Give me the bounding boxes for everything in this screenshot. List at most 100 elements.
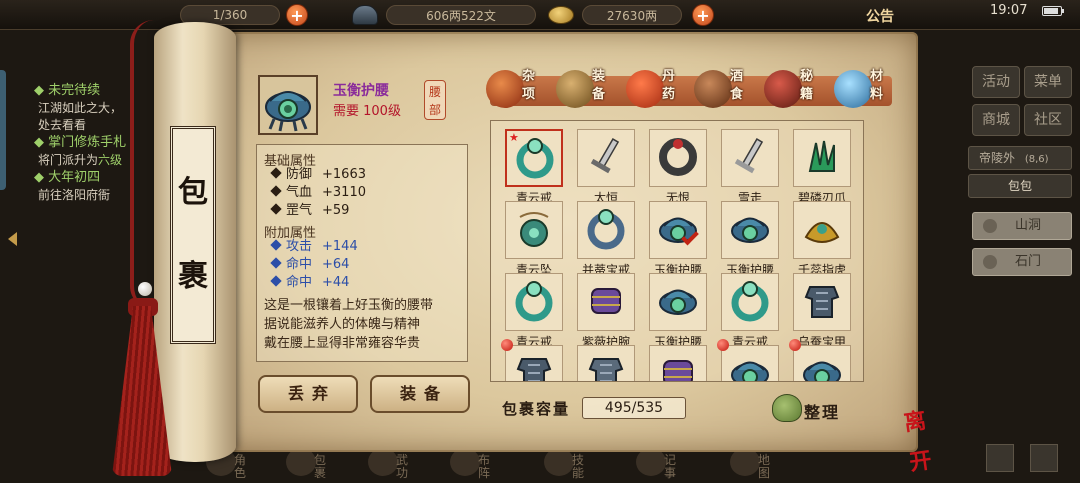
activity-button[interactable]: 活动 [972, 66, 1020, 98]
community-button[interactable]: 社区 [1024, 104, 1072, 136]
notice-button[interactable]: 公告 [866, 6, 894, 26]
tab-food[interactable]: 酒食 [692, 66, 758, 112]
quick-slot[interactable] [1030, 444, 1058, 472]
scroll-title: 包 裹 [170, 126, 216, 344]
tassel-cord [130, 20, 154, 310]
inventory-slot[interactable] [649, 273, 707, 331]
extra-attribute-row: 攻击 +144 [270, 238, 358, 256]
money-bag-icon [772, 394, 802, 422]
inventory-slot[interactable] [721, 201, 779, 259]
location-display: 帝陵外 (8,6) [968, 146, 1072, 170]
belt-icon [803, 361, 841, 381]
bracelet-icon [659, 138, 697, 176]
scene-cave-button[interactable]: 山洞 [972, 212, 1072, 240]
knuckle-icon [804, 222, 840, 243]
crystal-icon [834, 70, 872, 108]
armor-icon [588, 358, 624, 381]
inventory-slot[interactable] [649, 129, 707, 187]
inventory-slot[interactable] [505, 201, 563, 259]
extra-attribute-row: 命中 +64 [270, 256, 349, 274]
bag-icon [286, 448, 316, 476]
journal-icon [636, 448, 666, 476]
battery-icon [1042, 6, 1064, 16]
inventory-slot[interactable] [577, 273, 635, 331]
inventory-slot[interactable] [793, 201, 851, 259]
inventory-slot[interactable] [793, 345, 851, 381]
menu-button[interactable]: 菜单 [1024, 66, 1072, 98]
notification-dot-icon [717, 339, 729, 351]
shop-button[interactable]: 商城 [972, 104, 1020, 136]
item-name: 玉衡护腰 [333, 83, 389, 99]
equip-slot-badge: 腰部 [424, 80, 446, 120]
scene-stone-gate-button[interactable]: 石门 [972, 248, 1072, 276]
inventory-grid: ★ 青云戒 太恒 无恨 雪走 碧磷刃爪 青云坠 并蒂宝戒 玉衡护腰 玉衡护腰 千蕊指虎 青云戒 紫薇护腕… [490, 120, 864, 382]
tab-materials[interactable]: 材料 [832, 66, 898, 112]
inventory-slot[interactable] [577, 129, 635, 187]
inventory-slot[interactable] [505, 345, 563, 381]
tab-misc[interactable]: 杂项 [484, 66, 550, 112]
blade-icon [734, 138, 764, 174]
base-attribute-row: 防御 +1663 [270, 166, 366, 184]
description-line: 据说能滋养人的体魄与精神 [264, 317, 421, 332]
inventory-slot[interactable] [577, 201, 635, 259]
inventory-slot[interactable] [793, 129, 851, 187]
inventory-slot[interactable]: ★ [505, 129, 563, 187]
bracer-icon [591, 288, 621, 314]
equip-button[interactable]: 装备 [370, 375, 470, 413]
armor-icon [804, 286, 840, 318]
notification-dot-icon [501, 339, 513, 351]
bracer-icon [663, 360, 693, 381]
top-status-bar: 1/360 + 606两522文 27630两 + 公告 19:07 [0, 0, 1080, 30]
bag-indicator[interactable]: 包包 [968, 174, 1072, 198]
quest-highlight: 六级 [98, 153, 123, 167]
add-stamina-button[interactable]: + [286, 4, 308, 26]
gold-icon [548, 6, 574, 24]
inventory-slot[interactable] [649, 201, 707, 259]
scene-icon [983, 255, 997, 269]
formation-icon [450, 448, 480, 476]
inventory-slot[interactable] [721, 129, 779, 187]
item-level-requirement: 需要 100级 [333, 104, 401, 119]
sword-icon [590, 138, 620, 174]
claw-icon [808, 140, 835, 172]
tab-pills[interactable]: 丹药 [624, 66, 690, 112]
ring-icon [731, 281, 769, 322]
gold-value: 27630两 [582, 5, 682, 25]
pendant-icon [519, 212, 549, 247]
add-gold-button[interactable]: + [692, 4, 714, 26]
pill-icon [626, 70, 664, 108]
silver-counter: 606两522文 [352, 4, 536, 26]
silver-value: 606两522文 [386, 5, 536, 25]
capacity-label: 包裹容量 [502, 400, 571, 418]
book-icon [764, 70, 802, 108]
tab-manuals[interactable]: 秘籍 [762, 66, 828, 112]
discard-button[interactable]: 丢弃 [258, 375, 358, 413]
silver-icon [352, 5, 378, 25]
inventory-slot[interactable] [721, 345, 779, 381]
inventory-slot[interactable] [649, 345, 707, 381]
sort-button[interactable]: 整理 [772, 394, 844, 424]
inventory-slot[interactable] [505, 273, 563, 331]
jar-icon [694, 70, 732, 108]
capacity-value: 495/535 [582, 397, 686, 419]
skill-icon [544, 448, 574, 476]
ring-icon [515, 281, 553, 322]
scene-icon [983, 219, 997, 233]
base-attribute-row: 罡气 +59 [270, 202, 349, 220]
selected-item-portrait [258, 75, 318, 135]
inventory-slot[interactable] [577, 345, 635, 381]
item-description: 这是一根镶着上好玉衡的腰带 据说能滋养人的体魄与精神 戴在腰上显得非常雍容华贵 [264, 296, 464, 353]
inventory-slot[interactable] [793, 273, 851, 331]
right-side-panel: 活动 菜单 商城 社区 帝陵外 (8,6) 包包 山洞 石门 [958, 60, 1080, 470]
leave-seal-button[interactable]: 离开 [891, 399, 938, 476]
ring-icon [587, 209, 625, 250]
notification-dot-icon [789, 339, 801, 351]
ring-icon [516, 138, 554, 179]
tassel-bead [138, 282, 152, 296]
quick-slot[interactable] [986, 444, 1014, 472]
armor-icon [516, 358, 552, 381]
tab-equipment[interactable]: 装备 [554, 66, 620, 112]
collapse-quest-arrow-icon[interactable] [8, 232, 17, 246]
pot-icon [486, 70, 524, 108]
inventory-slot[interactable] [721, 273, 779, 331]
